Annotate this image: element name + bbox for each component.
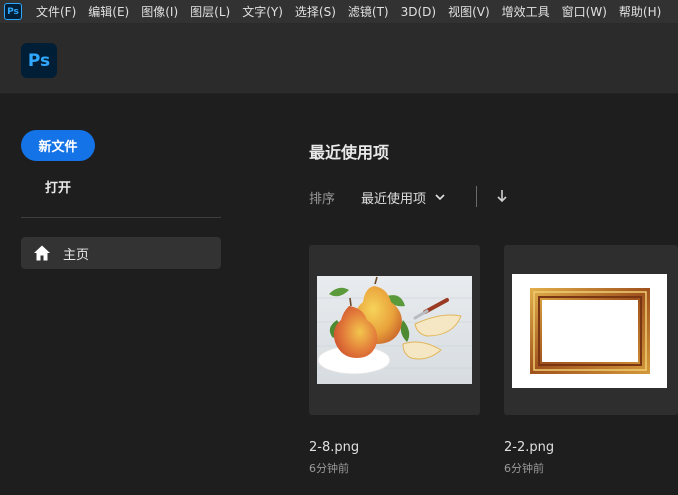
menu-bar: Ps 文件(F) 编辑(E) 图像(I) 图层(L) 文字(Y) 选择(S) 滤… bbox=[0, 0, 678, 24]
menu-window[interactable]: 窗口(W) bbox=[556, 0, 613, 24]
chevron-down-icon bbox=[434, 191, 446, 203]
home-icon bbox=[33, 244, 51, 262]
section-title: 最近使用项 bbox=[309, 143, 390, 162]
recent-file-card[interactable] bbox=[309, 245, 480, 415]
sort-divider bbox=[476, 186, 477, 207]
photoshop-app-icon[interactable]: Ps bbox=[4, 3, 22, 20]
menu-type[interactable]: 文字(Y) bbox=[236, 0, 289, 24]
menu-file[interactable]: 文件(F) bbox=[30, 0, 82, 24]
sort-direction-button[interactable] bbox=[494, 187, 510, 205]
menu-layer[interactable]: 图层(L) bbox=[184, 0, 236, 24]
sidebar-item-home[interactable]: 主页 bbox=[21, 237, 221, 269]
file-thumbnail bbox=[512, 274, 667, 388]
file-name[interactable]: 2-8.png bbox=[309, 440, 359, 455]
menu-select[interactable]: 选择(S) bbox=[289, 0, 342, 24]
menu-edit[interactable]: 编辑(E) bbox=[82, 0, 135, 24]
file-name[interactable]: 2-2.png bbox=[504, 440, 554, 455]
file-thumbnail bbox=[317, 276, 472, 384]
file-time: 6分钟前 bbox=[504, 462, 544, 475]
menu-help[interactable]: 帮助(H) bbox=[613, 0, 667, 24]
sidebar-divider bbox=[21, 217, 221, 218]
sort-select[interactable]: 最近使用项 bbox=[361, 184, 446, 210]
home-header: Ps bbox=[0, 24, 678, 94]
photoshop-logo: Ps bbox=[21, 43, 57, 78]
arrow-down-icon bbox=[496, 189, 508, 203]
file-time: 6分钟前 bbox=[309, 462, 349, 475]
open-button[interactable]: 打开 bbox=[21, 172, 95, 200]
menu-image[interactable]: 图像(I) bbox=[135, 0, 184, 24]
menu-plugins[interactable]: 增效工具 bbox=[496, 0, 556, 24]
sidebar-item-label: 主页 bbox=[63, 247, 90, 263]
menu-view[interactable]: 视图(V) bbox=[442, 0, 496, 24]
new-file-button[interactable]: 新文件 bbox=[21, 130, 95, 161]
menu-3d[interactable]: 3D(D) bbox=[395, 0, 442, 24]
recent-file-card[interactable] bbox=[504, 245, 678, 415]
sort-label: 排序 bbox=[309, 192, 336, 207]
sort-selected-value: 最近使用项 bbox=[361, 191, 427, 207]
menu-filter[interactable]: 滤镜(T) bbox=[342, 0, 395, 24]
